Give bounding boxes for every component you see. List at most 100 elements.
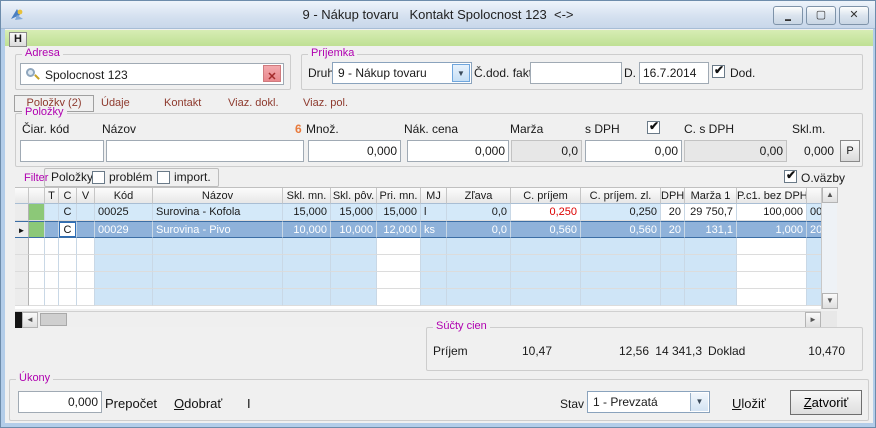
sdph-checkbox[interactable] xyxy=(647,121,660,134)
titlebar[interactable]: 9 - Nákup tovaru Kontakt Spolocnost 123 … xyxy=(1,1,875,29)
col-c-prijem[interactable]: C. príjem xyxy=(511,188,581,204)
csdph-label: C. s DPH xyxy=(684,122,734,136)
current-row-marker[interactable] xyxy=(15,221,29,238)
cell-dph[interactable]: 20 xyxy=(661,204,685,221)
cell-nazov[interactable]: Surovina - Kofola xyxy=(153,204,283,221)
col-dph[interactable]: DPH xyxy=(661,188,685,204)
col-color[interactable] xyxy=(29,188,45,204)
prepocet-button[interactable]: Prepočet xyxy=(105,396,157,411)
col-skl-mn[interactable]: Skl. mn. xyxy=(283,188,331,204)
cell-c-prijem[interactable]: 0,250 xyxy=(511,204,581,221)
nazov-input[interactable] xyxy=(106,140,304,162)
col-nazov[interactable]: Názov xyxy=(153,188,283,204)
cell-kod[interactable]: 00025 xyxy=(95,204,153,221)
date-input[interactable]: 16.7.2014 xyxy=(639,62,709,84)
nak-cena-input[interactable]: 0,000 xyxy=(407,140,509,162)
vertical-scrollbar[interactable] xyxy=(821,187,837,309)
sdph-input[interactable]: 0,00 xyxy=(585,140,682,162)
horizontal-scroll-thumb[interactable] xyxy=(40,313,67,326)
sdph-value: 0,00 xyxy=(655,144,678,158)
col-v[interactable]: V xyxy=(77,188,95,204)
cell-pc1[interactable]: 00 xyxy=(807,204,821,221)
odobrat-button[interactable]: Odobrať xyxy=(174,396,222,411)
close-button[interactable] xyxy=(839,6,869,25)
cell-skl-pov[interactable]: 15,000 xyxy=(331,204,377,221)
cell-t[interactable] xyxy=(45,204,59,221)
col-pri-mn[interactable]: Pri. mn. xyxy=(377,188,421,204)
cell-marza1[interactable]: 29 750,7 xyxy=(685,204,737,221)
horizontal-scrollbar[interactable] xyxy=(15,311,821,327)
cell-c-prijem[interactable]: 0,560 xyxy=(511,221,581,238)
table-row-selected[interactable]: C 00029 Surovina - Pivo 10,000 10,000 12… xyxy=(15,221,821,238)
grid-cell-empty xyxy=(95,238,153,255)
splitter-handle[interactable] xyxy=(15,312,22,328)
cell-marza1[interactable]: 131,1 xyxy=(685,221,737,238)
tab-viaz-pol[interactable]: Viaz. pol. xyxy=(303,97,348,109)
tab-kontakt[interactable]: Kontakt xyxy=(164,97,201,109)
items-grid[interactable]: T C V Kód Názov Skl. mn. Skl. pôv. Pri. … xyxy=(15,187,821,309)
cell-pc1-bez-dph[interactable]: 1,000 xyxy=(737,221,807,238)
problem-checkbox[interactable] xyxy=(92,171,105,184)
col-skl-pov[interactable]: Skl. pôv. xyxy=(331,188,377,204)
stav-combobox[interactable]: 1 - Prevzatá xyxy=(587,391,710,413)
scroll-left-icon[interactable] xyxy=(22,312,38,328)
zatvorit-button[interactable]: Zatvoriť xyxy=(790,390,862,415)
cell-pc1[interactable]: 20 xyxy=(807,221,821,238)
col-marza1[interactable]: Marža 1 xyxy=(685,188,737,204)
cell-dph[interactable]: 20 xyxy=(661,221,685,238)
ciar-kod-input[interactable] xyxy=(20,140,104,162)
table-row[interactable]: C 00025 Surovina - Kofola 15,000 15,000 … xyxy=(15,204,821,221)
scroll-down-icon[interactable] xyxy=(822,293,838,309)
minimize-button[interactable] xyxy=(773,6,803,25)
import-checkbox[interactable] xyxy=(157,171,170,184)
col-c[interactable]: C xyxy=(59,188,77,204)
tab-viaz-dokl[interactable]: Viaz. dokl. xyxy=(228,97,279,109)
cell-skl-mn[interactable]: 15,000 xyxy=(283,204,331,221)
cell-mj[interactable]: l xyxy=(421,204,447,221)
cell-nazov[interactable]: Surovina - Pivo xyxy=(153,221,283,238)
scroll-up-icon[interactable] xyxy=(822,187,838,203)
ovazby-checkbox[interactable] xyxy=(784,170,797,183)
druh-combobox[interactable]: 9 - Nákup tovaru xyxy=(332,62,472,84)
col-selector[interactable] xyxy=(15,188,29,204)
scroll-right-icon[interactable] xyxy=(805,312,821,328)
cell-c-prijem-zl[interactable]: 0,250 xyxy=(581,204,661,221)
h-button[interactable]: H xyxy=(9,32,27,47)
ulozit-button[interactable]: Uložiť xyxy=(732,396,766,411)
cell-v[interactable] xyxy=(77,204,95,221)
row-selector-cell[interactable] xyxy=(15,204,29,221)
cell-v[interactable] xyxy=(77,221,95,238)
p-button[interactable]: P xyxy=(840,140,860,162)
col-t[interactable]: T xyxy=(45,188,59,204)
cell-skl-mn[interactable]: 10,000 xyxy=(283,221,331,238)
chevron-down-icon[interactable] xyxy=(452,64,470,82)
cell-skl-pov[interactable]: 10,000 xyxy=(331,221,377,238)
mnoz-input[interactable]: 0,000 xyxy=(308,140,401,162)
cdod-input[interactable] xyxy=(530,62,622,84)
col-pc1[interactable]: P.c xyxy=(807,188,821,204)
tab-udaje[interactable]: Údaje xyxy=(101,97,130,109)
col-pc1-bez-dph[interactable]: P.c1. bez DPH xyxy=(737,188,807,204)
cell-pc1-bez-dph[interactable]: 100,000 xyxy=(737,204,807,221)
cell-c-prijem-zl[interactable]: 0,560 xyxy=(581,221,661,238)
clear-address-button[interactable] xyxy=(263,65,281,82)
focused-cell-c[interactable]: C xyxy=(59,221,77,238)
dod-checkbox[interactable] xyxy=(712,65,725,78)
cell-zlava[interactable]: 0,0 xyxy=(447,221,511,238)
maximize-button[interactable] xyxy=(806,6,836,25)
quantity-input[interactable]: 0,000 xyxy=(18,391,102,413)
cell-c[interactable]: C xyxy=(59,204,77,221)
col-c-prijem-zl[interactable]: C. príjem. zl. xyxy=(581,188,661,204)
cell-pri-mn[interactable]: 12,000 xyxy=(377,221,421,238)
col-zlava[interactable]: Zľava xyxy=(447,188,511,204)
col-mj[interactable]: MJ xyxy=(421,188,447,204)
col-kod[interactable]: Kód xyxy=(95,188,153,204)
cell-pri-mn[interactable]: 15,000 xyxy=(377,204,421,221)
cell-mj[interactable]: ks xyxy=(421,221,447,238)
i-button[interactable]: I xyxy=(247,396,251,411)
cell-kod[interactable]: 00029 xyxy=(95,221,153,238)
chevron-down-icon[interactable] xyxy=(690,393,708,411)
cell-zlava[interactable]: 0,0 xyxy=(447,204,511,221)
address-input[interactable]: Spolocnost 123 xyxy=(20,63,284,85)
cell-t[interactable] xyxy=(45,221,59,238)
